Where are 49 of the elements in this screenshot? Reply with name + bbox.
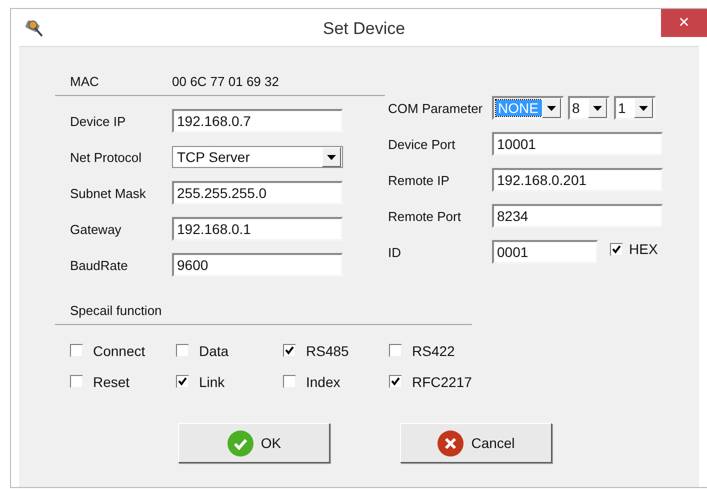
- input-field[interactable]: 10001: [492, 132, 663, 156]
- checkbox-label: Connect: [93, 342, 146, 358]
- field-label: Device IP: [70, 114, 127, 128]
- checkbox-label: RS422: [412, 342, 455, 358]
- checkbox-label: Reset: [93, 374, 130, 390]
- checkbox-label: Link: [199, 374, 225, 390]
- field-label: MAC: [70, 74, 100, 91]
- input-field[interactable]: 8234: [492, 204, 663, 228]
- checkmark-icon: [226, 430, 254, 456]
- field-label: Device Port: [388, 136, 456, 152]
- cancel-button[interactable]: Cancel: [400, 423, 552, 463]
- mac-address: 00 6C 77 01 69 32: [172, 74, 279, 91]
- field-label: Gateway: [70, 222, 122, 236]
- input-field[interactable]: 255.255.255.0: [172, 181, 343, 205]
- dropdown[interactable]: 8: [568, 96, 610, 120]
- checked-checkbox[interactable]: [283, 344, 296, 357]
- field-label: Remote IP: [388, 172, 450, 188]
- ok-button[interactable]: OK: [178, 423, 330, 463]
- checkbox[interactable]: [283, 375, 296, 388]
- field-label: Subnet Mask: [70, 186, 147, 200]
- checkbox-label: RFC2217: [412, 374, 472, 390]
- checked-checkbox[interactable]: [610, 242, 623, 256]
- dropdown[interactable]: TCP Server: [172, 146, 343, 168]
- input-field[interactable]: 192.168.0.201: [492, 168, 663, 192]
- field-label: Net Protocol: [70, 150, 143, 164]
- checked-checkbox[interactable]: [176, 375, 189, 388]
- checkbox-label: Data: [199, 342, 229, 358]
- close-button[interactable]: ✕: [661, 9, 707, 37]
- checkbox[interactable]: [389, 344, 402, 357]
- checkbox[interactable]: [70, 375, 83, 388]
- field-label: BaudRate: [70, 258, 129, 272]
- checkbox[interactable]: [70, 344, 83, 357]
- input-field[interactable]: 9600: [172, 253, 343, 277]
- field-label: ID: [388, 244, 402, 260]
- window-title: Set Device: [322, 18, 406, 38]
- checkbox-label: HEX: [629, 241, 658, 257]
- field-label: COM Parameter: [388, 100, 484, 116]
- magnifier-icon: [23, 18, 45, 38]
- checkbox-label: RS485: [306, 342, 349, 358]
- cross-icon: [437, 430, 464, 456]
- checkbox[interactable]: [176, 344, 189, 357]
- dropdown[interactable]: 1: [614, 96, 656, 120]
- input-field[interactable]: 192.168.0.7: [172, 109, 343, 133]
- checkbox-label: Index: [306, 374, 340, 390]
- input-field[interactable]: 192.168.0.1: [172, 217, 343, 241]
- input-field[interactable]: 0001: [492, 240, 598, 264]
- checked-checkbox[interactable]: [389, 375, 402, 388]
- field-label: Remote Port: [388, 208, 462, 224]
- section-label: Specail function: [70, 303, 162, 318]
